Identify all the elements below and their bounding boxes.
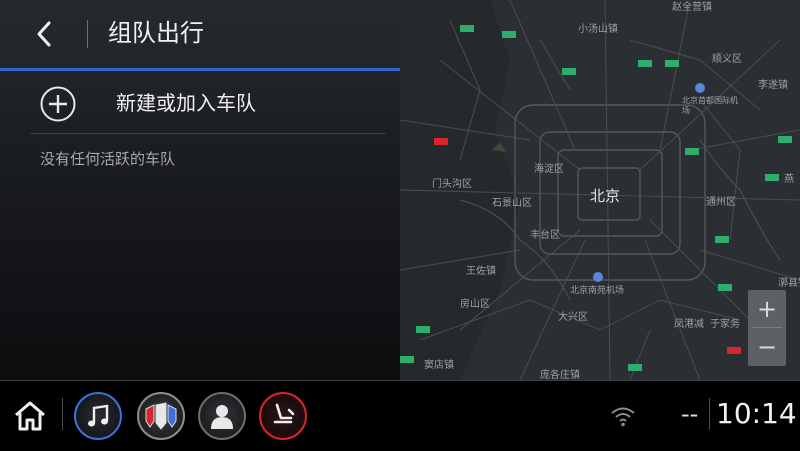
list-divider — [30, 133, 386, 134]
panel-header: 组队出行 — [0, 0, 400, 68]
chevron-left-icon — [37, 21, 51, 47]
map-label-city: 北京 — [590, 187, 621, 205]
map-label: 凤港减 — [674, 319, 704, 330]
page-title: 组队出行 — [108, 19, 204, 47]
map-label: 石景山区 — [492, 198, 532, 209]
new-or-join-team-button[interactable]: 新建或加入车队 — [30, 80, 386, 130]
map-label: 王佐镇 — [466, 266, 496, 277]
profile-button[interactable] — [198, 392, 246, 440]
music-button[interactable] — [74, 392, 122, 440]
map-label: 顺义区 — [712, 54, 742, 65]
new-or-join-team-label: 新建或加入车队 — [116, 91, 256, 115]
map-label: 通州区 — [706, 197, 736, 208]
map-label: 漷县镇 — [778, 278, 800, 289]
map-zoom-control: + − — [748, 290, 786, 366]
person-icon — [211, 405, 233, 429]
back-button[interactable] — [28, 16, 60, 52]
empty-state-message: 没有任何活跃的车队 — [40, 150, 176, 168]
music-note-icon — [88, 404, 109, 427]
map-label: 窦店镇 — [424, 360, 454, 371]
map-label: 大兴区 — [558, 312, 588, 323]
zoom-out-button[interactable]: − — [748, 328, 786, 365]
team-panel: 组队出行 新建或加入车队 没有任何活跃的车队 — [0, 0, 400, 380]
clock: 10:14 — [716, 397, 797, 430]
map-label: 于家务 — [710, 319, 740, 330]
time-divider — [709, 398, 710, 430]
header-accent-line — [0, 68, 400, 71]
map-label: 丰台区 — [530, 230, 560, 241]
bottom-divider — [62, 398, 63, 430]
map-label: 李遂镇 — [758, 80, 788, 91]
map-label: 门头沟区 — [432, 179, 472, 190]
map-label: 庞各庄镇 — [540, 370, 580, 380]
map-view[interactable]: 北京 赵全营镇 小汤山镇 顺义区 李遂镇 北京首都国际机场 海淀区 门头沟区 石… — [400, 0, 800, 380]
wifi-status — [608, 402, 638, 430]
home-button[interactable] — [10, 396, 50, 436]
buick-logo-icon — [145, 402, 177, 430]
map-label: 北京首都国际机场 — [682, 96, 738, 115]
map-label: 赵全营镇 — [672, 2, 712, 13]
header-divider — [87, 20, 88, 48]
seat-button[interactable] — [259, 392, 307, 440]
map-label: 燕 — [784, 174, 794, 185]
zoom-in-button[interactable]: + — [748, 290, 786, 327]
home-icon — [15, 401, 45, 431]
wifi-icon — [611, 407, 635, 427]
plus-circle-icon — [40, 86, 76, 122]
seat-icon — [273, 403, 295, 424]
brand-button[interactable] — [137, 392, 185, 440]
map-label: 小汤山镇 — [578, 24, 618, 35]
map-label: 房山区 — [460, 299, 490, 310]
map-label: 北京南苑机场 — [570, 286, 625, 296]
status-dashes: -- — [681, 400, 699, 428]
map-label: 海淀区 — [534, 164, 564, 175]
